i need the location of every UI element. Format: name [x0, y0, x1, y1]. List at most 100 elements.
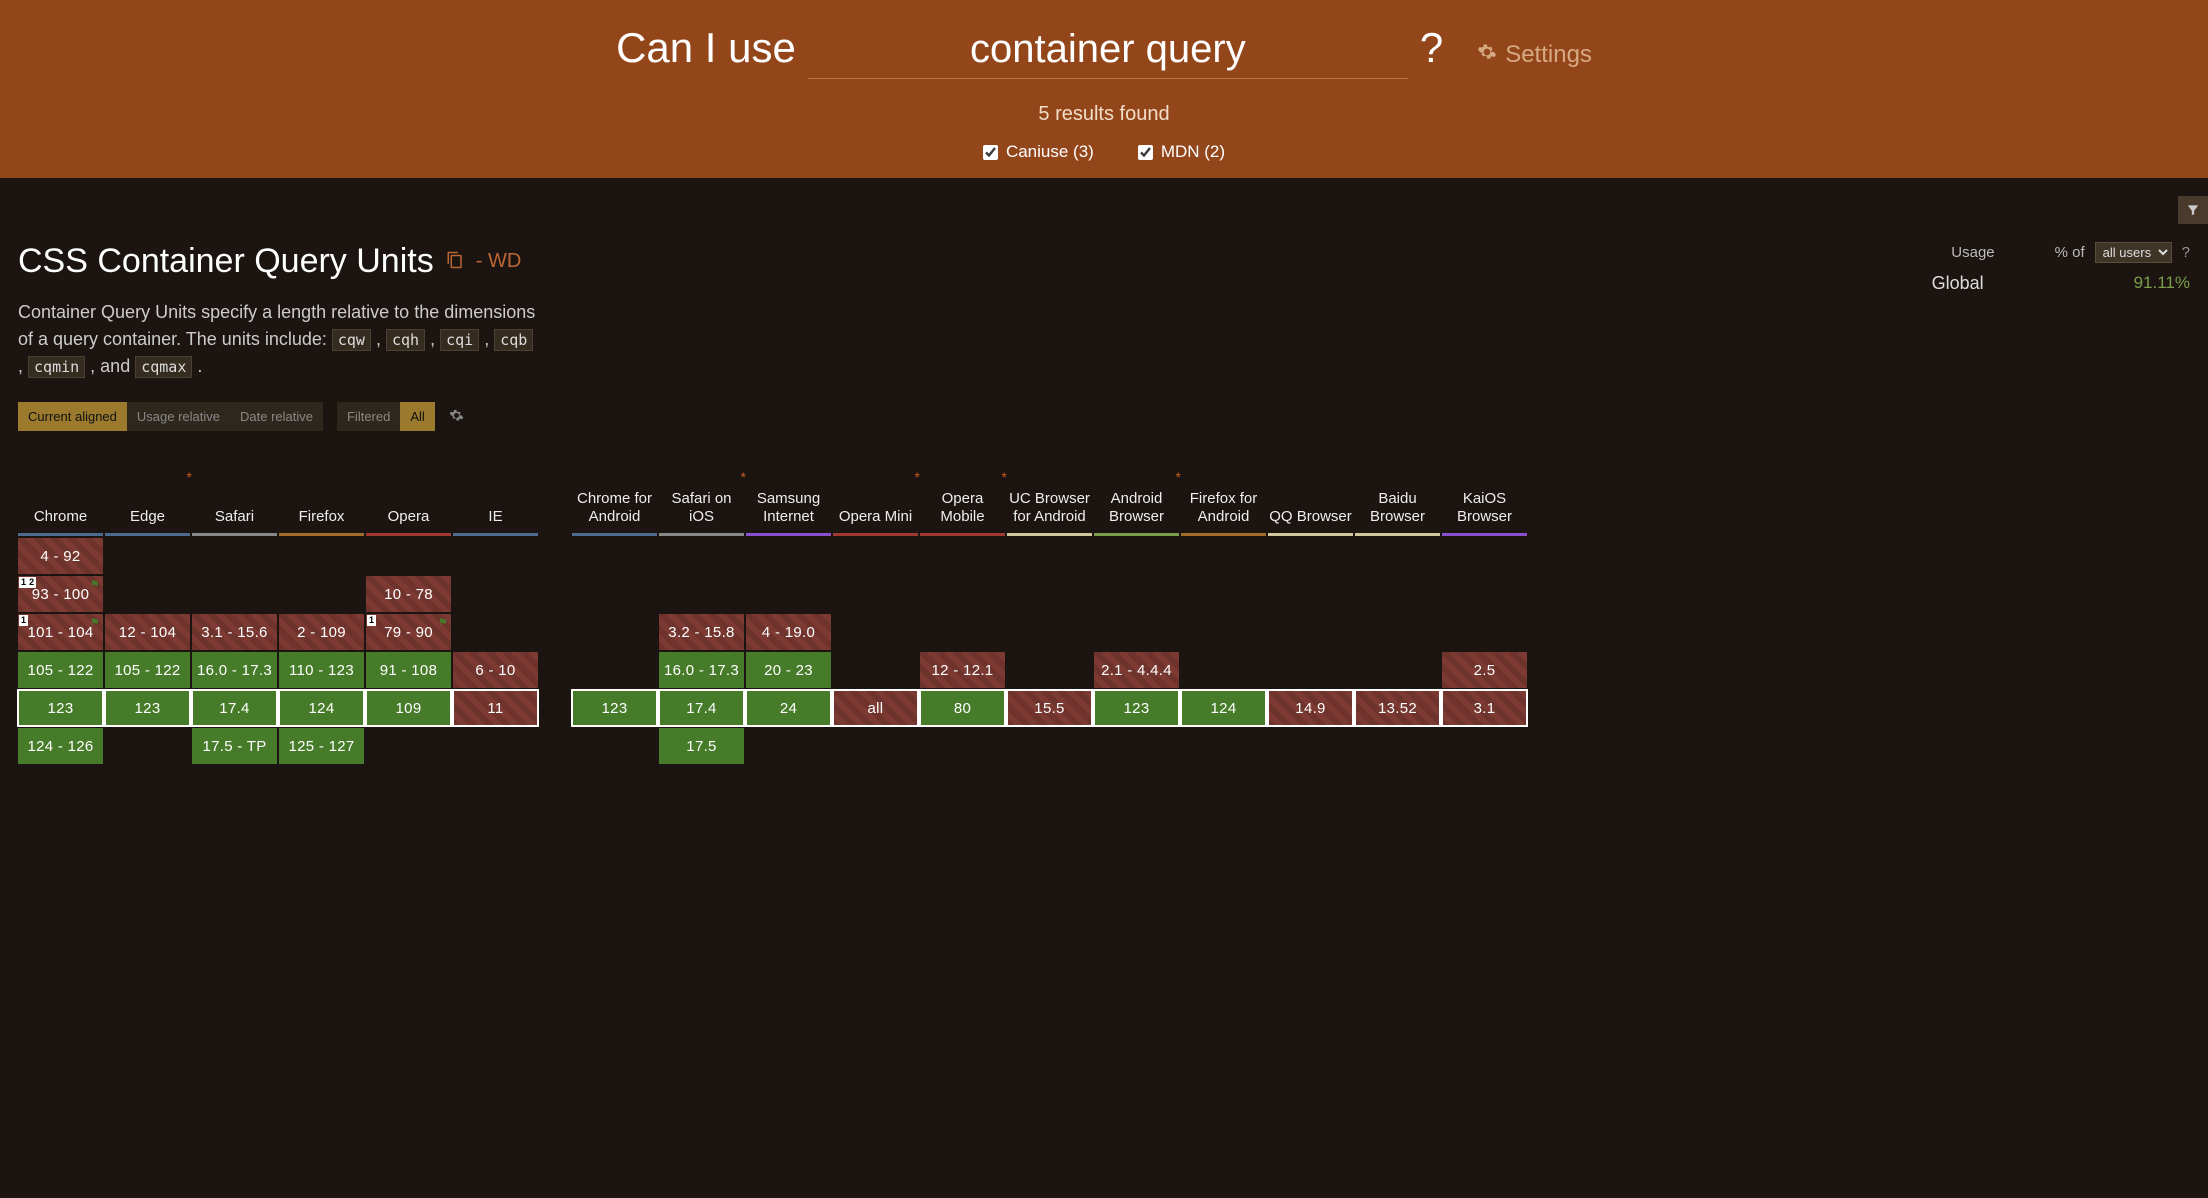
browser-underline	[1094, 533, 1179, 536]
view-all[interactable]: All	[400, 402, 434, 431]
browser-name[interactable]: Safari on iOS*	[659, 455, 744, 533]
filter-mdn[interactable]: MDN (2)	[1138, 142, 1225, 162]
version-cell[interactable]: 4 - 19.0	[746, 614, 831, 650]
version-cell[interactable]: 124 - 126	[18, 728, 103, 764]
browser-name[interactable]: Opera Mini*	[833, 455, 918, 533]
version-label: 125 - 127	[288, 738, 354, 755]
version-cell[interactable]: 125 - 127	[279, 728, 364, 764]
version-cell	[1355, 576, 1440, 612]
version-cell[interactable]: 6 - 10	[453, 652, 538, 688]
browser-underline	[572, 533, 657, 536]
version-cell[interactable]: 14.9	[1268, 690, 1353, 726]
version-cell[interactable]: 17.5 - TP	[192, 728, 277, 764]
view-current-aligned[interactable]: Current aligned	[18, 402, 127, 431]
version-cell[interactable]: 93 - 1001 2⚑	[18, 576, 103, 612]
version-cell[interactable]: 12 - 12.1	[920, 652, 1005, 688]
filter-mdn-checkbox[interactable]	[1138, 145, 1153, 160]
version-cell	[833, 728, 918, 764]
browser-name[interactable]: KaiOS Browser	[1442, 455, 1527, 533]
browser-name[interactable]: Opera	[366, 455, 451, 533]
feature-block: CSS Container Query Units - WD Container…	[0, 178, 2208, 784]
browser-name[interactable]: Chrome	[18, 455, 103, 533]
browser-name[interactable]: UC Browser for Android	[1007, 455, 1092, 533]
version-cell[interactable]: 80	[920, 690, 1005, 726]
status-tag[interactable]: - WD	[476, 250, 522, 273]
browser-col-safari: Safari 3.1 - 15.6 16.0 - 17.317.417.5 - TP	[192, 455, 277, 764]
browser-name[interactable]: Firefox	[279, 455, 364, 533]
version-label: 123	[48, 700, 74, 717]
version-label: 10 - 78	[384, 586, 433, 603]
version-cell[interactable]: 17.4	[659, 690, 744, 726]
browser-underline	[1442, 533, 1527, 536]
version-cell[interactable]: 2 - 109	[279, 614, 364, 650]
search-input[interactable]	[808, 27, 1408, 79]
version-cell[interactable]: 105 - 122	[105, 652, 190, 688]
browser-name[interactable]: QQ Browser	[1268, 455, 1353, 533]
usage-help[interactable]: ?	[2182, 244, 2190, 261]
version-cell[interactable]: 20 - 23	[746, 652, 831, 688]
browser-name[interactable]: Opera Mobile*	[920, 455, 1005, 533]
view-date-relative[interactable]: Date relative	[230, 402, 323, 431]
filter-caniuse[interactable]: Caniuse (3)	[983, 142, 1094, 162]
version-cell[interactable]: 109	[366, 690, 451, 726]
version-cell[interactable]: 11	[453, 690, 538, 726]
browser-name[interactable]: Android Browser*	[1094, 455, 1179, 533]
version-label: 91 - 108	[380, 662, 437, 679]
usage-scope-select[interactable]: all users	[2095, 242, 2172, 263]
version-cell	[1268, 728, 1353, 764]
version-cell[interactable]: 17.5	[659, 728, 744, 764]
browser-col-edge: Edge* 12 - 104105 - 122123	[105, 455, 190, 764]
browser-name[interactable]: Chrome for Android	[572, 455, 657, 533]
view-filtered[interactable]: Filtered	[337, 402, 400, 431]
version-cell[interactable]: 15.5	[1007, 690, 1092, 726]
browser-name[interactable]: Firefox for Android	[1181, 455, 1266, 533]
version-cell[interactable]: 110 - 123	[279, 652, 364, 688]
version-cell[interactable]: 101 - 1041⚑	[18, 614, 103, 650]
view-settings-icon[interactable]	[449, 408, 464, 426]
version-cell[interactable]: 124	[279, 690, 364, 726]
version-label: 3.1 - 15.6	[201, 624, 267, 641]
version-cell	[659, 538, 744, 574]
version-cell[interactable]: all	[833, 690, 918, 726]
unit-code: cqi	[440, 329, 479, 351]
feature-description: Container Query Units specify a length r…	[18, 299, 538, 380]
version-cell[interactable]: 16.0 - 17.3	[192, 652, 277, 688]
version-cell[interactable]: 124	[1181, 690, 1266, 726]
browser-name[interactable]: IE	[453, 455, 538, 533]
version-cell[interactable]: 12 - 104	[105, 614, 190, 650]
unit-code: cqh	[386, 329, 425, 351]
view-usage-relative[interactable]: Usage relative	[127, 402, 230, 431]
browser-name[interactable]: Edge*	[105, 455, 190, 533]
version-cell[interactable]: 16.0 - 17.3	[659, 652, 744, 688]
version-cell[interactable]: 123	[1094, 690, 1179, 726]
version-cell[interactable]: 123	[18, 690, 103, 726]
version-cell[interactable]: 3.2 - 15.8	[659, 614, 744, 650]
version-cell[interactable]: 2.1 - 4.4.4	[1094, 652, 1179, 688]
browser-name[interactable]: Baidu Browser	[1355, 455, 1440, 533]
browser-name[interactable]: Samsung Internet	[746, 455, 831, 533]
filter-caniuse-checkbox[interactable]	[983, 145, 998, 160]
view-controls: Current alignedUsage relativeDate relati…	[18, 402, 2190, 431]
version-cell[interactable]: 3.1 - 15.6	[192, 614, 277, 650]
version-cell[interactable]: 123	[105, 690, 190, 726]
browser-name[interactable]: Safari	[192, 455, 277, 533]
version-cell	[1181, 614, 1266, 650]
version-cell[interactable]: 2.5	[1442, 652, 1527, 688]
version-cell[interactable]: 3.1	[1442, 690, 1527, 726]
flag-icon: ⚑	[90, 616, 100, 629]
version-cell[interactable]: 91 - 108	[366, 652, 451, 688]
settings-link[interactable]: Settings	[1477, 41, 1592, 69]
version-cell[interactable]: 13.52	[1355, 690, 1440, 726]
version-cell[interactable]: 79 - 901⚑	[366, 614, 451, 650]
version-cell[interactable]: 4 - 92	[18, 538, 103, 574]
version-cell[interactable]: 123	[572, 690, 657, 726]
version-cell[interactable]: 10 - 78	[366, 576, 451, 612]
browser-col-qq: QQ Browser 14.9	[1268, 455, 1353, 764]
version-cell	[659, 576, 744, 612]
filter-panel-toggle[interactable]	[2178, 196, 2208, 224]
version-cell[interactable]: 105 - 122	[18, 652, 103, 688]
version-label: 80	[954, 700, 971, 717]
clipboard-icon[interactable]	[446, 249, 464, 274]
version-cell[interactable]: 17.4	[192, 690, 277, 726]
version-cell[interactable]: 24	[746, 690, 831, 726]
